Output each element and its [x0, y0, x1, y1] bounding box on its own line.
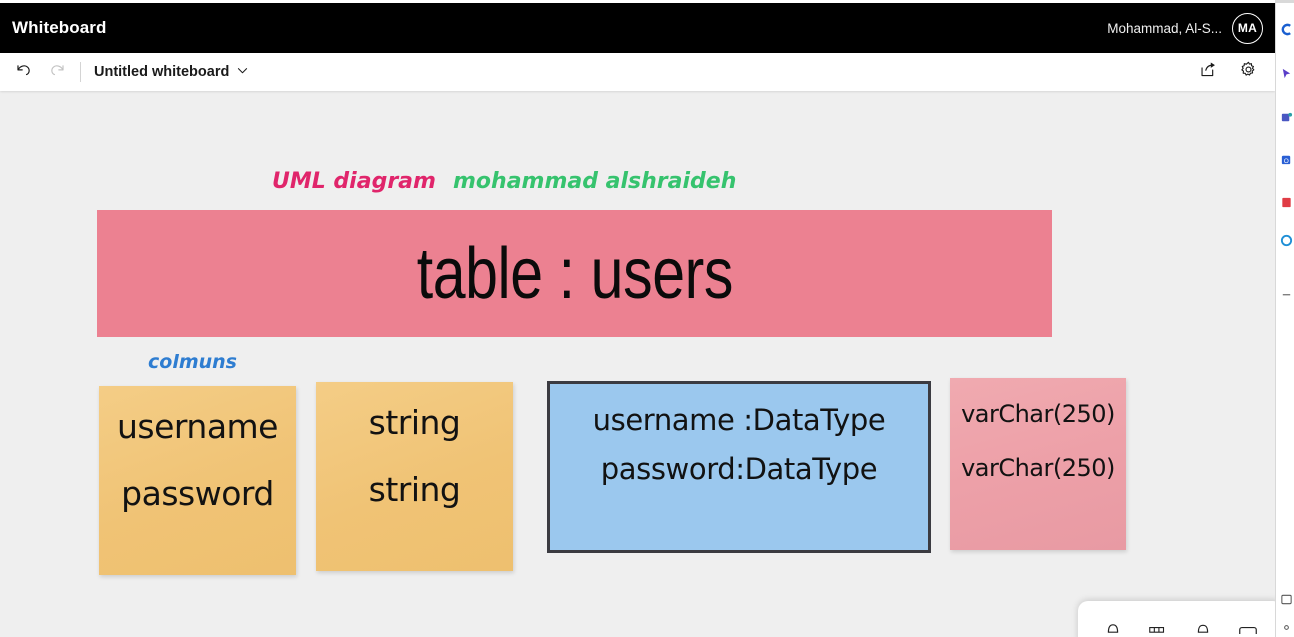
- title-bar: Whiteboard Mohammad, Al-S... MA: [0, 3, 1275, 53]
- eraser-tool[interactable]: [1190, 612, 1216, 633]
- undo-button[interactable]: [6, 57, 40, 87]
- note-line: username: [117, 407, 278, 446]
- annotation-text: mohammad alshraideh: [453, 169, 737, 194]
- share-button[interactable]: [1191, 57, 1225, 87]
- sticky-note-column-types[interactable]: string string: [316, 382, 513, 571]
- whiteboard-app: Whiteboard Mohammad, Al-S... MA Untitled…: [0, 0, 1294, 637]
- pdf-icon[interactable]: [1279, 195, 1293, 209]
- command-bar: Untitled whiteboard: [0, 53, 1275, 91]
- highlighter-tool[interactable]: [1145, 612, 1171, 633]
- settings-button[interactable]: [1231, 57, 1265, 87]
- datatype-line: username :DataType: [592, 403, 886, 437]
- annotation-columns[interactable]: colmuns: [148, 351, 237, 373]
- note-tool[interactable]: [1235, 612, 1261, 634]
- sticky-note-column-names[interactable]: username password: [99, 386, 296, 575]
- command-bar-right: [1191, 57, 1265, 87]
- note-line: password: [121, 474, 274, 513]
- more-options-icon[interactable]: [1279, 288, 1293, 302]
- document-title-menu[interactable]: Untitled whiteboard: [89, 61, 254, 84]
- annotation-uml-diagram[interactable]: UML diagram: [272, 169, 436, 194]
- panel-toggle-icon[interactable]: [1279, 592, 1293, 606]
- svg-text:O: O: [1283, 157, 1288, 164]
- document-title-label: Untitled whiteboard: [94, 64, 230, 80]
- settings-strip-icon[interactable]: [1279, 620, 1293, 634]
- annotation-text: UML diagram: [272, 169, 436, 194]
- annotation-text: colmuns: [148, 351, 237, 373]
- outlook-icon[interactable]: O: [1279, 152, 1293, 166]
- note-line: varChar(250): [961, 400, 1115, 428]
- bottom-tool-palette: [1078, 601, 1283, 637]
- gear-icon: [1239, 60, 1258, 84]
- title-bar-right: Mohammad, Al-S... MA: [1107, 12, 1263, 44]
- note-line: varChar(250): [961, 454, 1115, 482]
- redo-button[interactable]: [40, 57, 74, 87]
- avatar[interactable]: MA: [1232, 12, 1263, 44]
- share-icon: [1199, 60, 1218, 84]
- cursor-icon[interactable]: [1279, 66, 1293, 80]
- toolbar-divider: [80, 62, 81, 82]
- chevron-down-icon: [236, 64, 249, 81]
- teams-icon[interactable]: [1279, 110, 1293, 124]
- note-line: string: [368, 403, 461, 442]
- table-title-block[interactable]: table : users: [97, 210, 1052, 337]
- datatype-box[interactable]: username :DataType password:DataType: [547, 381, 931, 553]
- strip-top-divider: [1276, 0, 1294, 3]
- sticky-note-datatype-lengths[interactable]: varChar(250) varChar(250): [950, 378, 1126, 550]
- app-title: Whiteboard: [12, 18, 107, 37]
- datatype-line: password:DataType: [600, 452, 878, 486]
- redo-arrow-icon: [48, 60, 67, 84]
- annotation-author-name[interactable]: mohammad alshraideh: [453, 169, 736, 194]
- pen-tool[interactable]: [1100, 612, 1126, 633]
- note-line: string: [368, 470, 461, 509]
- user-name: Mohammad, Al-S...: [1107, 20, 1222, 36]
- whiteboard-canvas[interactable]: UML diagram mohammad alshraideh table : …: [0, 91, 1275, 637]
- undo-arrow-icon: [14, 60, 33, 84]
- copilot-icon[interactable]: [1279, 22, 1293, 36]
- browser-side-strip: O: [1275, 0, 1294, 637]
- game-icon[interactable]: [1279, 233, 1293, 247]
- table-title-text: table : users: [416, 233, 733, 314]
